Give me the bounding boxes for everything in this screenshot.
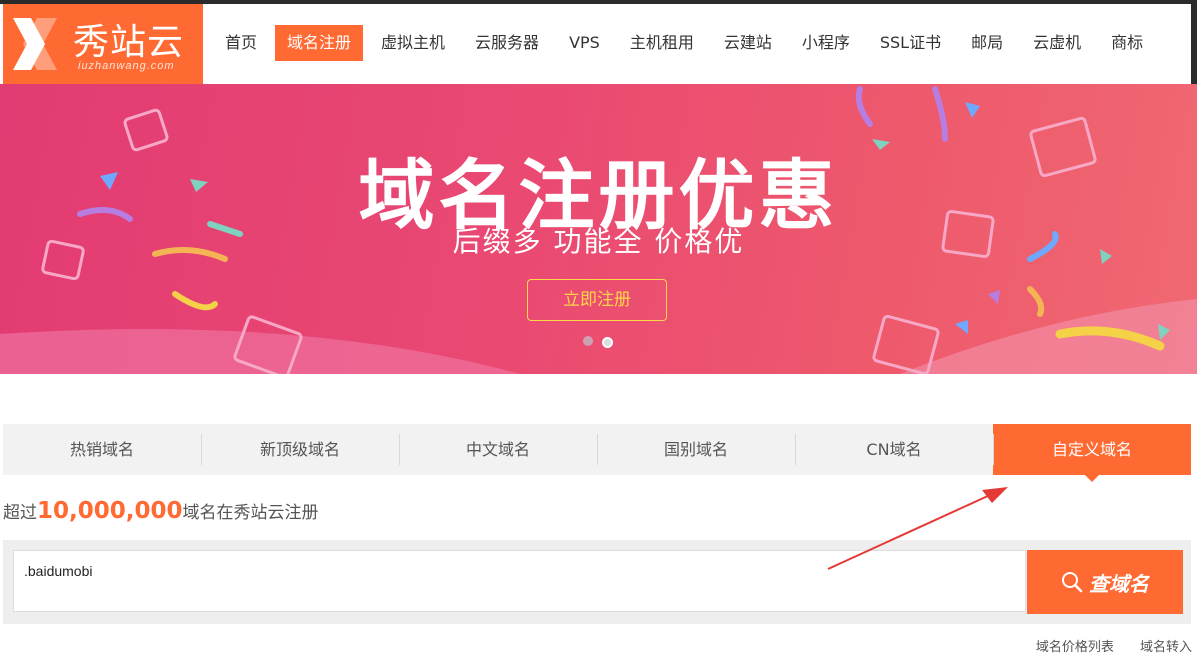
nav-item-8[interactable]: 小程序	[790, 25, 862, 61]
search-domain-button[interactable]: 查域名	[1027, 550, 1183, 614]
nav-item-12[interactable]: 商标	[1099, 25, 1155, 61]
logo-domain: iuzhanwang.com	[78, 60, 175, 72]
nav-item-11[interactable]: 云虚机	[1021, 25, 1093, 61]
register-now-button[interactable]: 立即注册	[527, 279, 667, 321]
tab-5[interactable]: CN域名	[795, 424, 993, 475]
domain-transfer-link[interactable]: 域名转入	[1140, 640, 1192, 655]
nav-item-10[interactable]: 邮局	[959, 25, 1015, 61]
nav-item-6[interactable]: 主机租用	[618, 25, 706, 61]
main-nav: 首页 域名注册 虚拟主机 云服务器 VPS 主机租用 云建站 小程序 SSL证书 邮局 云虚机 商标	[213, 25, 1161, 61]
search-icon	[1062, 572, 1083, 593]
price-list-link[interactable]: 域名价格列表	[1036, 640, 1114, 655]
nav-item-2[interactable]: 域名注册	[275, 25, 364, 61]
stats-number: 10,000,000	[37, 498, 183, 524]
tab-2[interactable]: 新顶级域名	[201, 424, 399, 475]
banner-subtitle: 后缀多 功能全 价格优	[452, 225, 745, 258]
logo-name: 秀站云	[73, 22, 185, 63]
registration-stats: 超过10,000,000域名在秀站云注册	[3, 498, 319, 524]
site-logo[interactable]: 秀站云 iuzhanwang.com	[3, 4, 203, 84]
promo-banner: 域名注册优惠 后缀多 功能全 价格优 立即注册	[0, 84, 1197, 374]
search-button-label: 查域名	[1089, 571, 1149, 596]
domain-search-input[interactable]: .baidumobi	[13, 550, 1026, 612]
tab-3[interactable]: 中文域名	[399, 424, 597, 475]
tab-1[interactable]: 热销域名	[3, 424, 201, 475]
domain-search-bar: .baidumobi 查域名	[3, 540, 1191, 624]
domain-category-tabs: 热销域名 新顶级域名 中文域名 国别域名 CN域名 自定义域名	[3, 424, 1191, 482]
window-edge	[1191, 0, 1197, 84]
stats-prefix: 超过	[3, 503, 37, 523]
nav-item-7[interactable]: 云建站	[712, 25, 784, 61]
carousel-dot-2[interactable]	[602, 337, 613, 348]
carousel-dot-1[interactable]	[583, 336, 593, 346]
footer-links: 域名价格列表 域名转入	[1014, 636, 1192, 655]
tab-6[interactable]: 自定义域名	[993, 424, 1191, 482]
stats-suffix: 域名在秀站云注册	[182, 503, 319, 523]
nav-item-4[interactable]: 云服务器	[463, 25, 551, 61]
logo-mark-icon	[13, 18, 57, 70]
nav-item-5[interactable]: VPS	[557, 25, 612, 61]
nav-item-3[interactable]: 虚拟主机	[369, 25, 457, 61]
site-header: 秀站云 iuzhanwang.com 首页 域名注册 虚拟主机 云服务器 VPS 主机租用…	[0, 4, 1191, 84]
tab-4[interactable]: 国别域名	[597, 424, 795, 475]
nav-item-1[interactable]: 首页	[213, 25, 269, 61]
nav-item-9[interactable]: SSL证书	[868, 25, 953, 61]
